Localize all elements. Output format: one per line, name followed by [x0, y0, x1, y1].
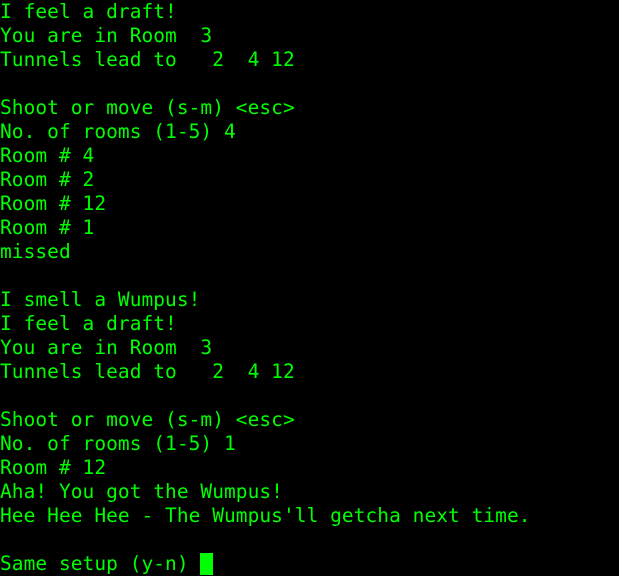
line-text: Shoot or move (s-m) <esc> [0, 96, 295, 119]
line-text: No. of rooms (1-5) 4 [0, 120, 236, 143]
terminal-line: No. of rooms (1-5) 1 [0, 432, 619, 456]
terminal-line: You are in Room 3 [0, 24, 619, 48]
terminal-output: I feel a draft! You are in Room 3 Tunnels … [0, 0, 619, 576]
line-text: Hee Hee Hee - The Wumpus'll getcha next … [0, 504, 531, 527]
terminal-line: I feel a draft! [0, 0, 619, 24]
terminal-line: Room # 1 [0, 216, 619, 240]
line-text: Tunnels lead to 2 4 12 [0, 360, 295, 383]
line-text: Room # 12 [0, 192, 107, 215]
terminal-line: Shoot or move (s-m) <esc> [0, 96, 619, 120]
terminal-window[interactable]: I feel a draft! You are in Room 3 Tunnels … [0, 0, 619, 576]
terminal-line: You are in Room 3 [0, 336, 619, 360]
terminal-line: Aha! You got the Wumpus! [0, 480, 619, 504]
line-text: missed [0, 240, 71, 263]
line-text: I feel a draft! [0, 0, 177, 23]
terminal-line: Room # 4 [0, 144, 619, 168]
line-text: Room # 4 [0, 144, 95, 167]
line-text: Tunnels lead to 2 4 12 [0, 48, 295, 71]
line-text: Room # 1 [0, 216, 95, 239]
terminal-line: I smell a Wumpus! [0, 288, 619, 312]
terminal-line: Room # 2 [0, 168, 619, 192]
line-text: Room # 12 [0, 456, 107, 479]
line-text: I smell a Wumpus! [0, 288, 201, 311]
line-text: Room # 2 [0, 168, 95, 191]
terminal-line: Room # 12 [0, 456, 619, 480]
terminal-line: Hee Hee Hee - The Wumpus'll getcha next … [0, 504, 619, 528]
line-text: No. of rooms (1-5) 1 [0, 432, 236, 455]
terminal-line: missed [0, 240, 619, 264]
prompt-text: Same setup (y-n) [0, 552, 201, 575]
line-text: You are in Room 3 [0, 24, 213, 47]
terminal-line: Tunnels lead to 2 4 12 [0, 360, 619, 384]
terminal-line: I feel a draft! [0, 312, 619, 336]
line-text: I feel a draft! [0, 312, 177, 335]
terminal-line: No. of rooms (1-5) 4 [0, 120, 619, 144]
terminal-line: Tunnels lead to 2 4 12 [0, 48, 619, 72]
line-text: Shoot or move (s-m) <esc> [0, 408, 295, 431]
terminal-line: Room # 12 [0, 192, 619, 216]
line-text: You are in Room 3 [0, 336, 213, 359]
line-text: Aha! You got the Wumpus! [0, 480, 283, 503]
prompt-line: Same setup (y-n) [0, 552, 619, 576]
terminal-line: Shoot or move (s-m) <esc> [0, 408, 619, 432]
text-cursor[interactable] [200, 553, 214, 575]
